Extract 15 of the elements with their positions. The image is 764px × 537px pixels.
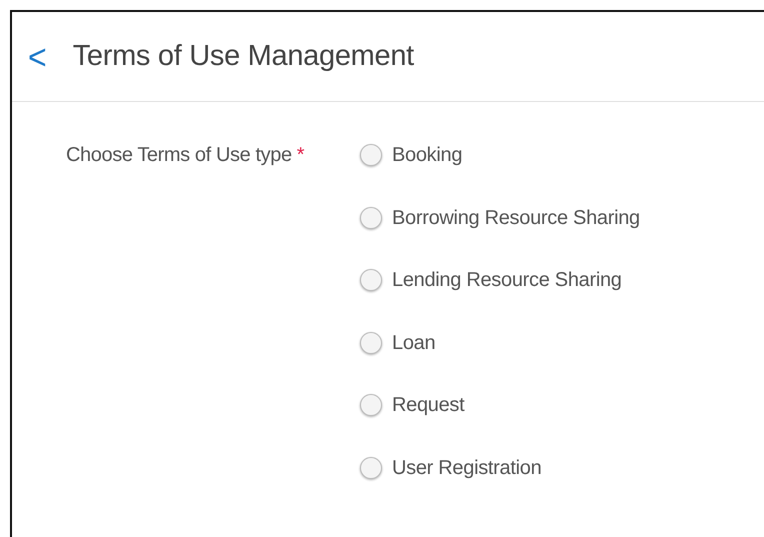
option-label[interactable]: Request (392, 390, 464, 420)
option-label[interactable]: Lending Resource Sharing (392, 265, 622, 295)
option-label[interactable]: Loan (392, 328, 436, 358)
radio-button[interactable] (360, 144, 382, 166)
option-label[interactable]: Booking (392, 140, 462, 170)
radio-button[interactable] (360, 332, 382, 354)
radio-button[interactable] (360, 269, 382, 291)
back-button[interactable]: < (24, 38, 51, 74)
field-label: Choose Terms of Use type * (66, 143, 306, 168)
radio-button[interactable] (360, 456, 382, 478)
radio-button[interactable] (360, 394, 382, 416)
option-label[interactable]: Borrowing Resource Sharing (392, 202, 640, 232)
radio-button[interactable] (360, 206, 382, 228)
option-label[interactable]: User Registration (392, 452, 542, 482)
page-title: Terms of Use Management (72, 39, 414, 74)
